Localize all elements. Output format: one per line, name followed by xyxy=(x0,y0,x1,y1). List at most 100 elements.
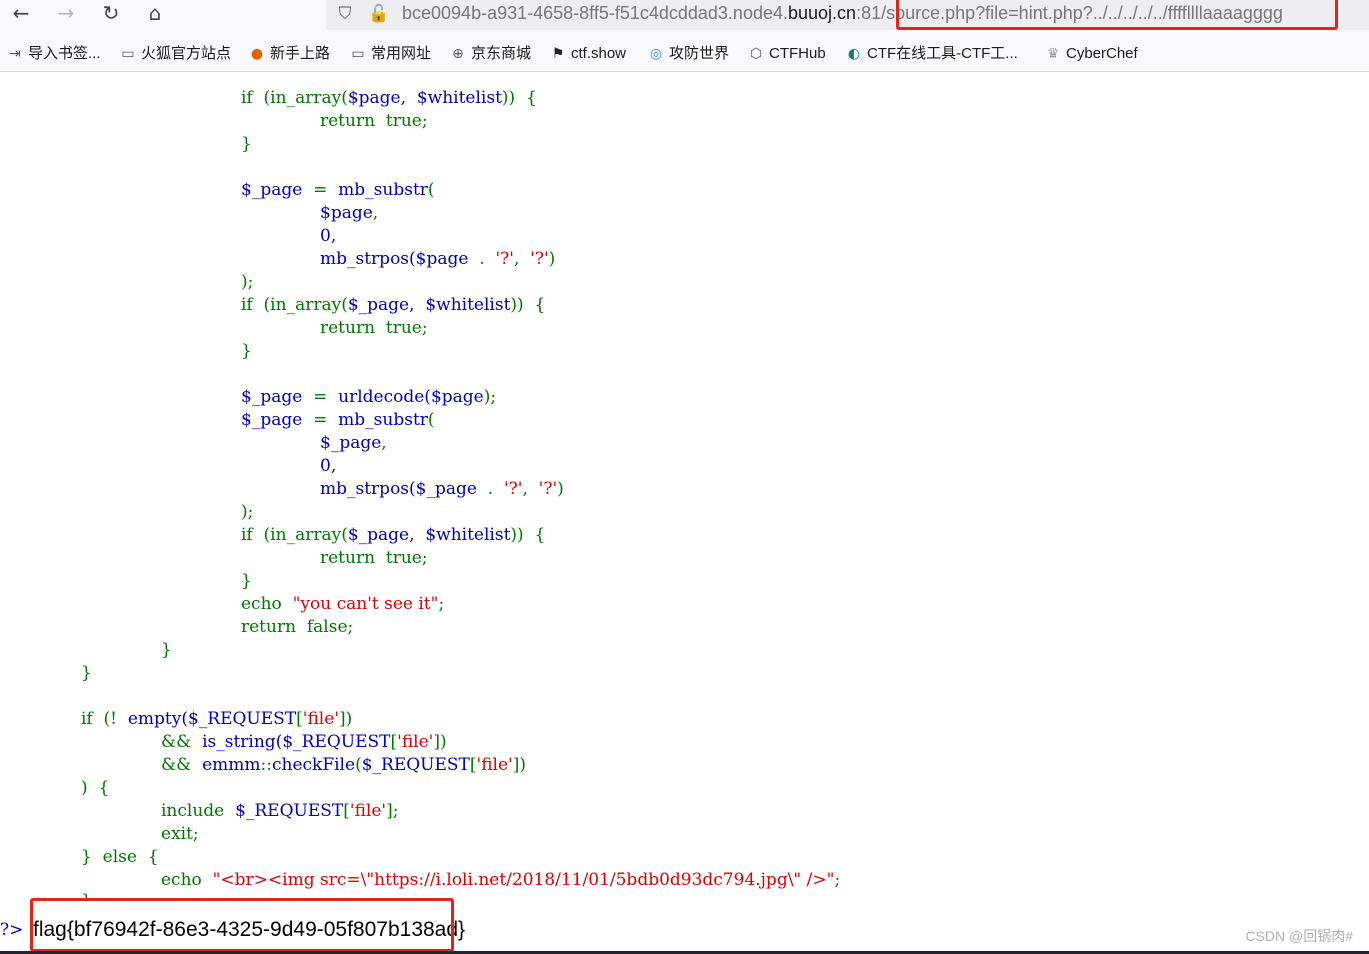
code-line: if (in_array($_page, $whitelist)) { xyxy=(241,524,545,547)
code-line: ); xyxy=(241,502,254,522)
code-line: if (! empty($_REQUEST['file']) xyxy=(81,708,352,731)
code-line: $_page = mb_substr( xyxy=(241,409,435,432)
code-token: 'file' xyxy=(349,801,387,821)
bookmark-label: CyberChef xyxy=(1066,45,1138,62)
code-token: $_REQUEST xyxy=(282,732,391,752)
code-token: ; xyxy=(834,870,841,890)
code-token: true; xyxy=(385,548,428,568)
code-token: ) xyxy=(557,479,564,499)
code-token: = xyxy=(313,387,328,407)
code-token: $page xyxy=(415,249,469,269)
code-token: (in_array( xyxy=(263,295,348,315)
code-token: { xyxy=(525,88,537,108)
code-token: (in_array( xyxy=(263,88,348,108)
bookmark-label: 京东商城 xyxy=(471,45,532,62)
code-line: } xyxy=(241,134,252,154)
code-token: $_page, xyxy=(347,295,415,315)
code-token: else xyxy=(102,847,137,867)
code-token: return xyxy=(320,111,376,131)
code-line: mb_strpos($_page . '?', '?') xyxy=(320,478,564,501)
url-port: :81 xyxy=(856,3,882,23)
home-icon[interactable]: ⌂ xyxy=(141,1,169,25)
bookmark-ctfshow[interactable]: ⚑ ctf.show xyxy=(549,44,626,64)
code-token: include xyxy=(161,801,225,821)
code-token: = xyxy=(313,180,328,200)
code-token: mb_strpos( xyxy=(320,479,416,499)
code-token: $_page, xyxy=(347,525,415,545)
code-token: if xyxy=(241,525,253,545)
code-line: } xyxy=(241,571,252,591)
code-token: $whitelist xyxy=(425,525,511,545)
code-token: echo xyxy=(241,594,282,614)
code-line: return true; xyxy=(320,547,428,570)
code-token: ) xyxy=(548,249,556,269)
code-token: { xyxy=(534,295,546,315)
code-token: ) xyxy=(81,778,88,798)
code-token: ]; xyxy=(386,801,399,821)
code-line: return false; xyxy=(241,616,353,639)
code-token: $page, xyxy=(347,88,407,108)
reload-icon[interactable]: ↻ xyxy=(97,1,125,25)
code-line: if (in_array($_page, $whitelist)) { xyxy=(241,294,545,317)
bookmark-cyberchef[interactable]: ♛ CyberChef xyxy=(1044,44,1138,64)
bookmark-label: ctf.show xyxy=(571,45,627,62)
code-token: true; xyxy=(385,318,428,338)
code-line: 0, xyxy=(320,226,337,246)
code-token: echo xyxy=(161,870,202,890)
code-token: :: xyxy=(260,755,272,775)
code-line: } xyxy=(241,341,252,361)
shield-icon[interactable]: ⛉ xyxy=(334,3,356,25)
code-token: false; xyxy=(306,617,354,637)
cyberchef-icon: ♛ xyxy=(1046,46,1060,62)
code-token: (in_array( xyxy=(263,525,348,545)
page-output: ?> flag{bf76942f-86e3-4325-9d49-05f807b1… xyxy=(0,898,1369,954)
code-token: return xyxy=(320,548,376,568)
code-line: ) { xyxy=(81,777,109,800)
bookmark-import[interactable]: ⇥ 导入书签... xyxy=(6,44,101,64)
code-token: $whitelist xyxy=(425,295,511,315)
code-token: $_page xyxy=(241,410,303,430)
code-token: )) xyxy=(510,295,524,315)
bookmark-ctf-tools[interactable]: ◐ CTF在线工具-CTF工... xyxy=(845,44,1018,64)
code-token: , xyxy=(372,203,379,223)
ctftools-icon: ◐ xyxy=(847,46,861,62)
bookmark-common-urls[interactable]: ▭ 常用网址 xyxy=(349,44,431,64)
bookmark-adworld[interactable]: ◎ 攻防世界 xyxy=(647,44,729,64)
bookmarks-bar: ⇥ 导入书签... ▭ 火狐官方站点 ● 新手上路 ▭ 常用网址 ⊕ 京东商城 ⚑ ctf.… xyxy=(0,36,1369,72)
bookmark-firefox-site[interactable]: ▭ 火狐官方站点 xyxy=(119,44,231,64)
code-token: 'file' xyxy=(476,755,513,775)
bookmark-getting-started[interactable]: ● 新手上路 xyxy=(248,44,330,64)
bookmark-label: 导入书签... xyxy=(28,45,101,62)
csdn-watermark: CSDN @回锅肉# xyxy=(1245,928,1353,944)
code-token: . xyxy=(479,249,485,269)
bookmark-label: 常用网址 xyxy=(371,45,432,62)
code-line: && is_string($_REQUEST['file']) xyxy=(161,731,447,754)
ctfshow-icon: ⚑ xyxy=(551,46,565,62)
url-highlight-box xyxy=(896,0,1338,30)
code-line: return true; xyxy=(320,110,428,133)
code-token: mb_substr xyxy=(338,410,428,430)
code-token: mb_strpos( xyxy=(320,249,416,269)
code-token: if xyxy=(241,295,253,315)
forward-icon[interactable]: → xyxy=(52,1,80,25)
code-token: true; xyxy=(385,111,428,131)
bookmark-ctfhub[interactable]: ⬡ CTFHub xyxy=(747,44,826,64)
code-token: "<br><img src=\"https://i.loli.net/2018/… xyxy=(212,870,835,890)
code-token: { xyxy=(98,778,110,798)
code-line: return true; xyxy=(320,317,428,340)
code-token: )) xyxy=(501,88,516,108)
insecure-lock-icon[interactable]: 🔓 xyxy=(368,3,390,25)
ctfhub-icon: ⬡ xyxy=(749,46,763,62)
code-token: empty( xyxy=(127,709,188,729)
code-token: $_page xyxy=(241,180,303,200)
back-icon[interactable]: ← xyxy=(7,1,35,25)
code-line: && emmm::checkFile($_REQUEST['file']) xyxy=(161,754,526,777)
code-token: ]) xyxy=(338,709,353,729)
code-token: mb_substr xyxy=(338,180,428,200)
code-token: ]) xyxy=(433,732,447,752)
bookmark-jd[interactable]: ⊕ 京东商城 xyxy=(449,44,531,64)
code-token: $_REQUEST xyxy=(187,709,297,729)
bookmark-label: 火狐官方站点 xyxy=(141,45,232,62)
code-token: { xyxy=(534,525,546,545)
bookmark-label: 新手上路 xyxy=(270,45,331,62)
